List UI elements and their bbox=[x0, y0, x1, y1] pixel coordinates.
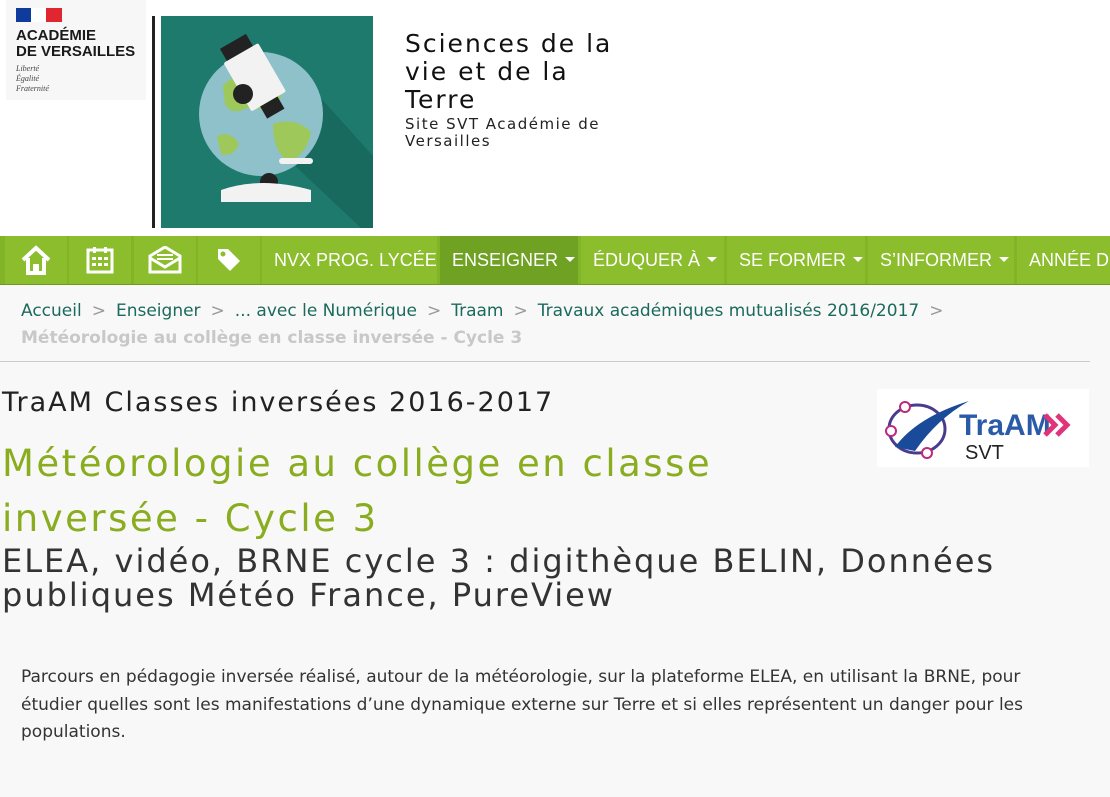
nav-item-label: S’INFORMER bbox=[880, 250, 992, 270]
nav-item-label: ANNÉE D bbox=[1029, 250, 1110, 270]
home-icon[interactable] bbox=[5, 236, 67, 284]
article-surtitle: TraAM Classes inversées 2016-2017 bbox=[2, 387, 555, 418]
breadcrumb-separator: > bbox=[929, 301, 944, 321]
header-divider bbox=[152, 16, 155, 228]
caret-down-icon bbox=[565, 256, 576, 262]
site-subtitle: Site SVT Académie de Versailles bbox=[405, 115, 600, 150]
site-header: ACADÉMIE DE VERSAILLES Liberté Égalité F… bbox=[0, 0, 1110, 236]
caret-down-icon bbox=[999, 256, 1009, 262]
breadcrumb-separator: > bbox=[426, 301, 442, 321]
nav-item-eduquer-a[interactable]: ÉDUQUER À bbox=[581, 236, 724, 284]
traam-logo-icon: TraAM SVT bbox=[877, 389, 1089, 467]
breadcrumb-link[interactable]: Travaux académiques mutualisés 2016/2017 bbox=[538, 301, 919, 321]
mail-icon[interactable] bbox=[134, 236, 196, 284]
article-intro: Parcours en pédagogie inversée réalisé, … bbox=[21, 667, 1023, 742]
nav-item-label: ENSEIGNER bbox=[452, 250, 559, 270]
traam-logo-text: TraAM bbox=[959, 409, 1051, 442]
page-title: Météorologie au collège en classe invers… bbox=[2, 442, 713, 540]
divider bbox=[0, 361, 1090, 362]
french-flag-icon bbox=[16, 8, 62, 22]
tag-icon[interactable] bbox=[198, 236, 260, 284]
caret-down-icon bbox=[707, 256, 718, 262]
breadcrumb-link[interactable]: Accueil bbox=[21, 301, 82, 321]
nav-item-nvx-prog-lycee[interactable]: NVX PROG. LYCÉE bbox=[262, 236, 437, 284]
main-navigation: NVX PROG. LYCÉE ENSEIGNER ÉDUQUER À SE F… bbox=[0, 236, 1110, 285]
breadcrumb-separator: > bbox=[91, 301, 106, 321]
breadcrumb-link[interactable]: ... avec le Numérique bbox=[235, 301, 417, 321]
nav-item-label: ÉDUQUER À bbox=[593, 250, 701, 270]
nav-item-enseigner[interactable]: ENSEIGNER bbox=[440, 236, 578, 284]
site-title[interactable]: Sciences de la vie et de la Terre bbox=[405, 30, 645, 114]
academy-motto: Liberté Égalité Fraternité bbox=[16, 64, 49, 93]
nav-item-label: SE FORMER bbox=[739, 250, 847, 270]
calendar-icon[interactable] bbox=[69, 236, 131, 284]
academy-name: ACADÉMIE DE VERSAILLES bbox=[16, 27, 136, 60]
breadcrumb-separator: > bbox=[210, 301, 225, 321]
breadcrumb-link[interactable]: Traam bbox=[451, 301, 503, 321]
microscope-globe-icon[interactable] bbox=[161, 16, 373, 228]
article-subtitle: ELEA, vidéo, BRNE cycle 3 : digithèque B… bbox=[2, 542, 996, 614]
nav-item-annee[interactable]: ANNÉE D bbox=[1017, 236, 1110, 284]
nav-item-se-former[interactable]: SE FORMER bbox=[727, 236, 865, 284]
nav-item-label: NVX PROG. LYCÉE bbox=[274, 250, 437, 270]
breadcrumb-current: Météorologie au collège en classe invers… bbox=[21, 328, 523, 348]
breadcrumb-separator: > bbox=[513, 301, 528, 321]
caret-down-icon bbox=[853, 256, 864, 262]
nav-item-s-informer[interactable]: S’INFORMER bbox=[868, 236, 1014, 284]
breadcrumb: Accueil > Enseigner > ... avec le Numérique >… bbox=[21, 298, 1091, 352]
academy-logo[interactable]: ACADÉMIE DE VERSAILLES Liberté Égalité F… bbox=[6, 0, 146, 100]
traam-logo-sub: SVT bbox=[965, 442, 1004, 464]
breadcrumb-link[interactable]: Enseigner bbox=[116, 301, 201, 321]
